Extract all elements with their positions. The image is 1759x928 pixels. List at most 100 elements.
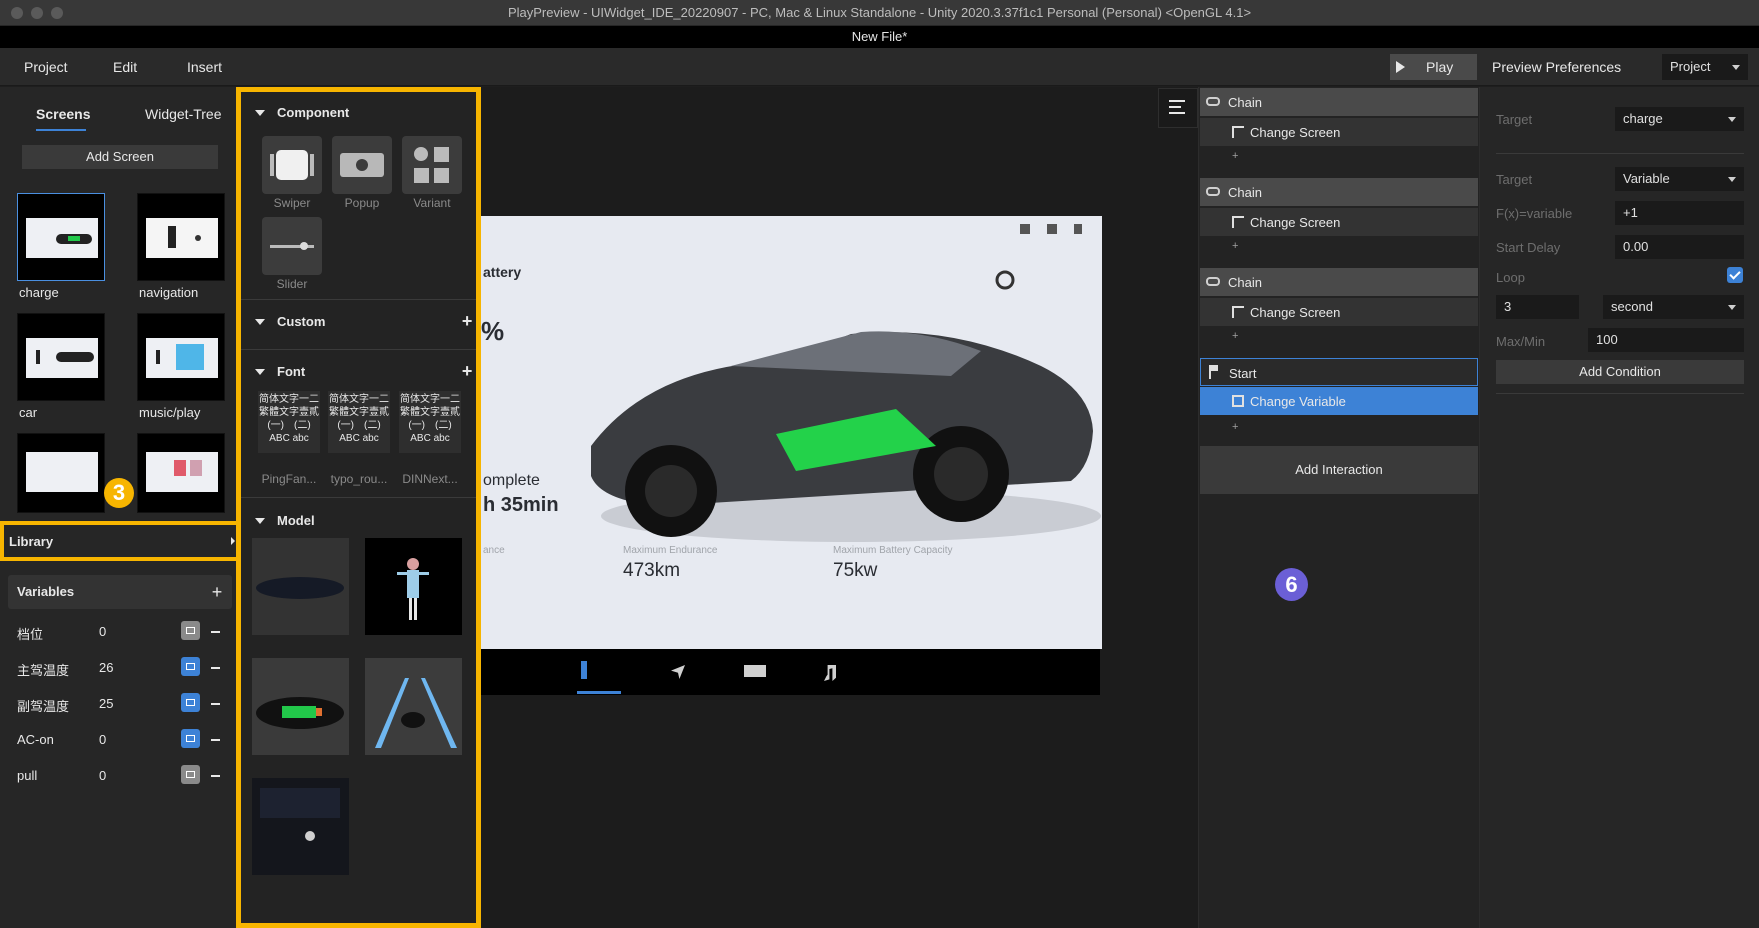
interaction-action[interactable]: Change Screen — [1200, 118, 1478, 146]
variables-header: Variables + — [8, 575, 232, 609]
chevron-down-icon — [1728, 177, 1736, 182]
variable-value[interactable]: 0 — [99, 732, 106, 747]
model-interior[interactable] — [252, 778, 349, 875]
screen-label-car: car — [19, 405, 38, 420]
maxmin-input[interactable]: 100 — [1588, 328, 1744, 352]
interaction-group-header[interactable]: Chain — [1200, 88, 1478, 116]
loop-checkbox[interactable] — [1727, 267, 1743, 283]
font-card-dinnext[interactable]: 简体文字一二 繁體文字壹貳 (一) (二) ABC abc — [399, 391, 461, 453]
fx-input[interactable]: +1 — [1615, 201, 1744, 225]
battery-label: attery — [483, 264, 522, 280]
remove-variable-button[interactable] — [211, 775, 220, 777]
model-title: Model — [277, 513, 315, 528]
screen-thumbnail-6[interactable] — [137, 433, 225, 513]
add-action-button[interactable]: + — [1232, 421, 1238, 433]
variable-link-button[interactable] — [181, 621, 200, 640]
screen-thumbnail-charge[interactable] — [17, 193, 105, 281]
remove-variable-button[interactable] — [211, 703, 220, 705]
minimize-window-button[interactable] — [31, 7, 43, 19]
screen-thumbnail-music-play[interactable] — [137, 313, 225, 401]
interaction-group-title: Chain — [1228, 185, 1262, 200]
target-type-select[interactable]: Variable — [1615, 167, 1744, 191]
screen-thumbnail-navigation[interactable] — [137, 193, 225, 281]
variable-value[interactable]: 25 — [99, 696, 113, 711]
font-card-pingfang[interactable]: 简体文字一二 繁體文字壹貳 (一) (二) ABC abc — [258, 391, 320, 453]
charge-nav-icon[interactable] — [581, 661, 587, 679]
tab-widget-tree[interactable]: Widget-Tree — [145, 106, 222, 122]
menu-project[interactable]: Project — [24, 59, 68, 75]
interaction-action[interactable]: Change Screen — [1200, 208, 1478, 236]
interaction-group-header[interactable]: Start — [1200, 358, 1478, 386]
interaction-action[interactable]: Change Screen — [1200, 298, 1478, 326]
menu-edit[interactable]: Edit — [113, 59, 137, 75]
add-screen-button[interactable]: Add Screen — [22, 145, 218, 169]
model-car-dark[interactable] — [252, 538, 349, 635]
active-tab-indicator — [36, 129, 86, 131]
screen-thumbnail-car[interactable] — [17, 313, 105, 401]
screen-preview — [146, 218, 218, 258]
variable-link-button[interactable] — [181, 729, 200, 748]
charge-time: h 35min — [483, 494, 559, 516]
target-label: Target — [1496, 112, 1533, 127]
play-button[interactable]: Play — [1390, 54, 1477, 80]
component-variant[interactable] — [402, 136, 462, 194]
add-action-button[interactable]: + — [1232, 240, 1238, 252]
font-sample-line: 简体文字一二 — [329, 394, 389, 405]
target-select[interactable]: charge — [1615, 107, 1744, 131]
remove-variable-button[interactable] — [211, 631, 220, 633]
screen-thumbnail-5[interactable] — [17, 433, 105, 513]
link-icon — [186, 735, 195, 742]
car-nav-icon[interactable] — [744, 665, 766, 677]
pref-divider — [1496, 393, 1744, 394]
add-custom-button[interactable]: + — [461, 312, 472, 330]
pref-divider — [1496, 153, 1744, 154]
fx-label: F(x)=variable — [1496, 206, 1573, 221]
add-variable-button[interactable]: + — [211, 583, 222, 601]
component-title: Component — [277, 105, 350, 120]
variable-value[interactable]: 0 — [99, 624, 106, 639]
component-swiper[interactable] — [262, 136, 322, 194]
remove-variable-button[interactable] — [211, 667, 220, 669]
road-model-image — [365, 658, 462, 755]
add-interaction-button[interactable]: Add Interaction — [1200, 446, 1478, 494]
loop-unit-select[interactable]: second — [1603, 295, 1744, 319]
variable-value[interactable]: 0 — [99, 768, 106, 783]
loop-count-input[interactable]: 3 — [1496, 295, 1579, 319]
add-font-button[interactable]: + — [461, 362, 472, 380]
scope-select[interactable]: Project — [1662, 54, 1748, 80]
component-popup[interactable] — [332, 136, 392, 194]
menu-insert[interactable]: Insert — [187, 59, 222, 75]
variable-link-button[interactable] — [181, 765, 200, 784]
library-toggle[interactable]: Library — [0, 521, 246, 561]
screen-preview-charge[interactable]: attery % omplete h 35min ance Maximum En… — [481, 216, 1102, 649]
add-condition-button[interactable]: Add Condition — [1496, 360, 1744, 384]
variable-link-button[interactable] — [181, 693, 200, 712]
chevron-down-icon — [1728, 117, 1736, 122]
music-nav-icon[interactable] — [824, 665, 836, 681]
tab-screens[interactable]: Screens — [36, 106, 90, 122]
model-car-battery[interactable] — [252, 658, 349, 755]
collapse-panel-button[interactable] — [1158, 88, 1198, 128]
add-action-button[interactable]: + — [1232, 150, 1238, 162]
variable-name: 主驾温度 — [17, 663, 70, 678]
close-window-button[interactable] — [11, 7, 23, 19]
zoom-window-button[interactable] — [51, 7, 63, 19]
change-screen-icon — [1232, 306, 1244, 318]
navigation-nav-icon[interactable] — [671, 665, 685, 679]
model-road[interactable] — [365, 658, 462, 755]
component-slider[interactable] — [262, 217, 322, 275]
loop-label: Loop — [1496, 270, 1525, 285]
start-delay-input[interactable]: 0.00 — [1615, 235, 1744, 259]
remove-variable-button[interactable] — [211, 739, 220, 741]
interaction-group-title: Chain — [1228, 275, 1262, 290]
interaction-action[interactable]: Change Variable — [1200, 387, 1478, 415]
variable-link-button[interactable] — [181, 657, 200, 676]
chevron-down-icon — [1732, 65, 1740, 70]
add-action-button[interactable]: + — [1232, 330, 1238, 342]
interaction-group-header[interactable]: Chain — [1200, 268, 1478, 296]
variable-value[interactable]: 26 — [99, 660, 113, 675]
stat-label: Maximum Endurance — [623, 545, 718, 556]
model-character[interactable] — [365, 538, 462, 635]
font-card-typo-round[interactable]: 简体文字一二 繁體文字壹貳 (一) (二) ABC abc — [328, 391, 390, 453]
interaction-group-header[interactable]: Chain — [1200, 178, 1478, 206]
